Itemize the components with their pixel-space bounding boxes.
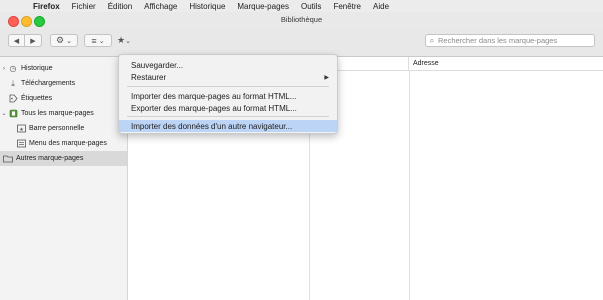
search-input[interactable]: [438, 36, 588, 45]
forward-arrow-icon: ▶: [30, 37, 36, 45]
views-button[interactable]: ≡ ⌄: [84, 34, 112, 47]
disclosure-triangle-icon[interactable]: ›: [0, 66, 8, 72]
svg-text:★: ★: [19, 127, 24, 133]
menu-item-sauvegarder[interactable]: Sauvegarder...: [119, 59, 337, 71]
menu-separator: [127, 116, 329, 117]
import-backup-button[interactable]: ★ ⌄: [117, 34, 131, 47]
title-bar: Bibliothèque: [0, 12, 603, 28]
sidebar-item-label: Historique: [21, 65, 53, 72]
sidebar-item-label: Téléchargements: [21, 80, 76, 87]
search-field[interactable]: ⌕: [425, 34, 595, 47]
menu-firefox[interactable]: Firefox: [33, 2, 60, 11]
organize-button[interactable]: ⚙ ⌄: [50, 34, 78, 47]
menu-affichage[interactable]: Affichage: [144, 2, 177, 11]
sidebar: › ◷ Historique ⤓ Téléchargements Étiquet…: [0, 57, 128, 300]
menu-fenetre[interactable]: Fenêtre: [333, 2, 361, 11]
bookmarks-icon: [8, 109, 18, 118]
clock-icon: ◷: [9, 64, 17, 73]
download-icon: ⤓: [11, 78, 15, 88]
menu-historique[interactable]: Historique: [189, 2, 225, 11]
toolbar: ◀ ▶ ⚙ ⌄ ≡ ⌄ ★ ⌄ ⌕: [0, 28, 603, 57]
menu-edition[interactable]: Édition: [108, 2, 132, 11]
menu-fichier[interactable]: Fichier: [72, 2, 96, 11]
sidebar-item-etiquettes[interactable]: Étiquettes: [0, 91, 127, 106]
sidebar-item-historique[interactable]: › ◷ Historique: [0, 61, 127, 76]
star-icon: ★: [117, 35, 126, 45]
back-arrow-icon: ◀: [13, 37, 20, 45]
back-button[interactable]: ◀: [8, 34, 25, 47]
menu-outils[interactable]: Outils: [301, 2, 321, 11]
gear-icon: ⚙: [56, 35, 65, 45]
submenu-arrow-icon: ▶: [324, 74, 329, 81]
column-header-label: Adresse: [413, 60, 439, 67]
sidebar-item-menu-des-marque-pages[interactable]: Menu des marque-pages: [0, 136, 127, 151]
menu-item-exporter-html[interactable]: Exporter des marque-pages au format HTML…: [119, 102, 337, 114]
sidebar-item-telechargements[interactable]: ⤓ Téléchargements: [0, 76, 127, 91]
menu-bar: Firefox Fichier Édition Affichage Histor…: [0, 0, 603, 12]
sidebar-item-label: Autres marque-pages: [16, 155, 84, 162]
window-title: Bibliothèque: [280, 15, 323, 24]
menu-separator: [127, 86, 329, 87]
search-icon: ⌕: [429, 35, 435, 45]
menu-item-importer-autre-navigateur[interactable]: Importer des données d'un autre navigate…: [119, 120, 337, 132]
column-divider: [409, 71, 410, 300]
star-icon: ★: [16, 124, 26, 133]
menu-item-importer-html[interactable]: Importer des marque-pages au format HTML…: [119, 90, 337, 102]
sidebar-item-label: Tous les marque-pages: [21, 110, 94, 117]
sidebar-item-tous-les-marque-pages[interactable]: ⌄ Tous les marque-pages: [0, 106, 127, 121]
chevron-down-icon: ⌄: [98, 37, 105, 45]
folder-icon: [3, 154, 13, 163]
library-window: Bibliothèque ◀ ▶ ⚙ ⌄ ≡ ⌄ ★ ⌄ ⌕ › ◷ Hist: [0, 12, 603, 300]
tag-icon: [8, 94, 18, 103]
menu-icon: [16, 139, 26, 148]
forward-button[interactable]: ▶: [25, 34, 42, 47]
menu-item-restaurer[interactable]: Restaurer ▶: [119, 71, 337, 83]
menu-marque-pages[interactable]: Marque-pages: [237, 2, 289, 11]
sidebar-item-barre-personnelle[interactable]: ★ Barre personnelle: [0, 121, 127, 136]
menu-aide[interactable]: Aide: [373, 2, 389, 11]
chevron-down-icon: ⌄: [125, 37, 131, 45]
sidebar-item-label: Menu des marque-pages: [29, 140, 107, 147]
column-header-address[interactable]: Adresse: [409, 57, 603, 71]
list-icon: ≡: [91, 35, 97, 46]
sidebar-item-label: Barre personnelle: [29, 125, 85, 132]
disclosure-triangle-icon[interactable]: ⌄: [0, 110, 8, 117]
sidebar-item-autres-marque-pages[interactable]: Autres marque-pages: [0, 151, 127, 166]
import-backup-menu: Sauvegarder... Restaurer ▶ Importer des …: [118, 54, 338, 134]
chevron-down-icon: ⌄: [66, 37, 72, 45]
sidebar-item-label: Étiquettes: [21, 95, 53, 102]
